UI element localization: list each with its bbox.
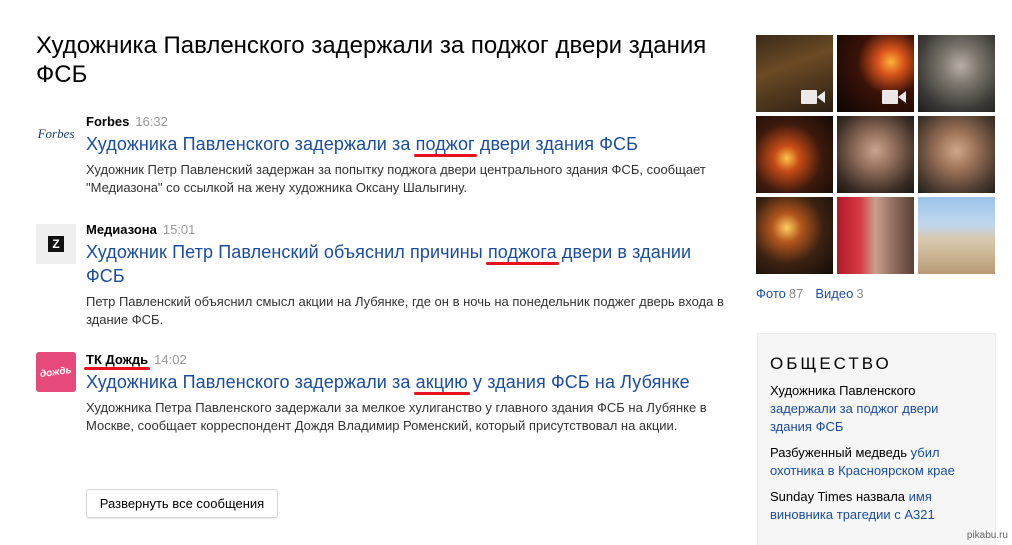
story-snippet: Художник Петр Павленский задержан за поп… bbox=[86, 162, 706, 195]
dozhd-logo-mark: дождь bbox=[39, 364, 73, 380]
photo-thumbnail[interactable] bbox=[837, 116, 914, 193]
mediazona-logo-mark: Z bbox=[48, 236, 64, 252]
society-item-link[interactable]: задержали за поджог двери здания ФСБ bbox=[770, 401, 938, 434]
photo-thumbnail[interactable] bbox=[756, 35, 833, 112]
society-item: Sunday Times назвала имя виновника траге… bbox=[770, 489, 935, 522]
story-headline-link[interactable]: Художника Павленского задержали за акцию… bbox=[86, 370, 726, 395]
photo-thumbnail[interactable] bbox=[837, 35, 914, 112]
video-count: 3 bbox=[856, 286, 864, 301]
story-time: 16:32 bbox=[135, 114, 168, 129]
society-heading: ОБЩЕСТВО bbox=[770, 354, 892, 373]
mediazona-logo: Z bbox=[36, 224, 76, 264]
highlighted-word: поджога bbox=[485, 242, 559, 265]
red-underline-mark bbox=[413, 392, 470, 395]
society-item: Разбуженный медведь убил охотника в Крас… bbox=[770, 445, 955, 478]
story-snippet: Петр Павленский объяснил смысл акции на … bbox=[86, 294, 724, 327]
story-time: 15:01 bbox=[162, 222, 196, 237]
photo-link[interactable]: Фото bbox=[756, 286, 786, 301]
photo-thumbnail[interactable] bbox=[918, 197, 995, 274]
story-source[interactable]: Forbes bbox=[86, 114, 129, 129]
photo-thumbnail[interactable] bbox=[918, 35, 995, 112]
story-time: 14:02 bbox=[154, 352, 187, 367]
news-story: Forbes Forbes 16:32 Художника Павленского… bbox=[36, 114, 726, 197]
watermark: pikabu.ru bbox=[966, 530, 1008, 541]
highlighted-word: поджог bbox=[413, 134, 477, 157]
society-item: Художника Павленского задержали за поджо… bbox=[770, 383, 939, 434]
photo-thumbnail[interactable] bbox=[918, 116, 995, 193]
video-camera-icon bbox=[882, 90, 906, 104]
photo-thumbnail[interactable] bbox=[756, 116, 833, 193]
red-underline-mark bbox=[413, 154, 477, 157]
video-link[interactable]: Видео bbox=[815, 286, 853, 301]
story-source[interactable]: ТК Дождь bbox=[84, 352, 151, 370]
video-camera-icon bbox=[801, 90, 825, 104]
expand-all-button[interactable]: Развернуть все сообщения bbox=[86, 489, 278, 518]
photo-thumbnail[interactable] bbox=[756, 197, 833, 274]
photo-thumbnail[interactable] bbox=[837, 197, 914, 274]
news-story: Z Медиазона 15:01 Художник Петр Павленски… bbox=[36, 222, 726, 329]
page-title: Художника Павленского задержали за поджо… bbox=[36, 32, 707, 88]
red-underline-mark bbox=[84, 367, 151, 370]
dozhd-logo: дождь bbox=[36, 352, 76, 392]
story-headline-link[interactable]: Художника Павленского задержали за поджо… bbox=[86, 132, 726, 157]
forbes-logo: Forbes bbox=[37, 126, 75, 141]
story-source[interactable]: Медиазона bbox=[86, 222, 157, 237]
news-story: дождь ТК Дождь 14:02 Художника Павленског… bbox=[36, 352, 726, 435]
highlighted-word: акцию bbox=[413, 372, 470, 395]
photo-count: 87 bbox=[788, 286, 804, 301]
society-panel: ОБЩЕСТВО Художника Павленского задержали… bbox=[757, 333, 996, 545]
media-links: Фото 87 Видео 3 bbox=[756, 286, 864, 302]
red-underline-mark bbox=[485, 262, 559, 265]
photo-grid bbox=[756, 35, 995, 275]
story-snippet: Художника Петра Павленского задержали за… bbox=[86, 400, 707, 433]
story-headline-link[interactable]: Художник Петр Павленский объяснил причин… bbox=[86, 240, 726, 288]
